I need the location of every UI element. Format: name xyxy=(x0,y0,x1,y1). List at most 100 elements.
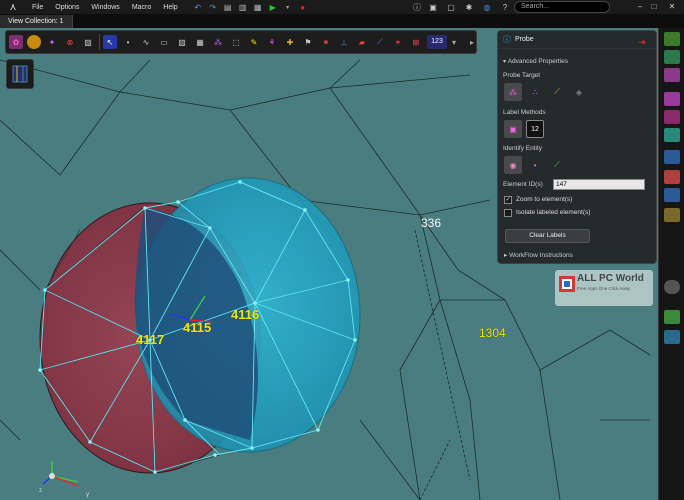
probe-target-nodes-icon[interactable]: ∴ xyxy=(526,83,544,101)
connectors-browser-icon[interactable] xyxy=(664,110,680,124)
watermark-title: ALL PC World xyxy=(577,273,644,284)
include-browser-icon[interactable] xyxy=(664,128,680,142)
save-as-icon[interactable]: ▦ xyxy=(252,2,264,13)
record-icon[interactable]: ● xyxy=(297,2,309,13)
layout-icon[interactable]: ▣ xyxy=(427,2,439,13)
watermark-logo xyxy=(559,276,575,292)
play-dropdown-icon[interactable]: ▾ xyxy=(282,2,294,13)
app-logo-icon[interactable]: ⋏ xyxy=(0,0,26,14)
stack-icon[interactable] xyxy=(664,310,680,324)
entity-editor-icon[interactable] xyxy=(664,68,680,82)
minimize-icon[interactable]: – xyxy=(634,1,646,13)
element-select-icon[interactable]: ⬚ xyxy=(229,35,243,49)
plot-icon[interactable] xyxy=(664,208,680,222)
identify-element-icon[interactable]: ◉ xyxy=(504,156,522,174)
elements-icon[interactable]: ⁂ xyxy=(211,35,225,49)
element-ids-input[interactable]: 147 xyxy=(553,179,645,190)
workflow-instructions-label: WorkFlow Instructions xyxy=(509,252,573,259)
counter-button[interactable]: 123 xyxy=(427,35,447,49)
counter-dropdown-icon[interactable]: ▾ xyxy=(450,35,458,49)
menu-options[interactable]: Options xyxy=(49,4,85,11)
main-toolbar: ✿ ✦ ⊗ ▨ ↖ • ∿ ▭ ▧ ▦ ⁂ ⬚ ✎ ⚘ ✚ ⚑ ✷ ⊥ ▰ ⟋ … xyxy=(5,30,477,54)
node-icon[interactable]: • xyxy=(121,35,135,49)
maximize-icon[interactable]: □ xyxy=(648,1,660,13)
probe-target-edges-icon[interactable]: ⟋ xyxy=(548,83,566,101)
loads-icon[interactable]: ✷ xyxy=(319,35,333,49)
globe-icon[interactable]: ◍ xyxy=(481,2,493,13)
part-browser-icon[interactable] xyxy=(664,92,680,106)
watermark: ALL PC World Free Apps One Click Away xyxy=(555,270,653,306)
zoom-to-elements-label: Zoom to element(s) xyxy=(516,196,573,203)
menu-file[interactable]: File xyxy=(26,4,49,11)
assembly-icon[interactable]: ✦ xyxy=(45,35,59,49)
clear-labels-button[interactable]: Clear Labels xyxy=(505,229,590,243)
exit-tool-icon[interactable]: ⇥ xyxy=(638,37,648,47)
undo-icon[interactable]: ↶ xyxy=(192,2,204,13)
isolate-labeled-checkbox[interactable] xyxy=(504,209,512,217)
save-icon[interactable]: ▥ xyxy=(237,2,249,13)
info-icon[interactable]: ⓘ xyxy=(411,2,423,13)
element-label-336: 336 xyxy=(421,216,442,230)
line-icon[interactable]: ∿ xyxy=(139,35,153,49)
advanced-properties-label: Advanced Properties xyxy=(507,58,569,65)
label-method-number-icon[interactable]: 12 xyxy=(526,120,544,138)
solver-browser-icon[interactable] xyxy=(664,150,680,164)
open-file-icon[interactable]: ▤ xyxy=(222,2,234,13)
contact-icon[interactable]: ✶ xyxy=(391,35,405,49)
menu-help[interactable]: Help xyxy=(157,4,183,11)
probe-target-label: Probe Target xyxy=(503,72,541,79)
probe-title: Probe xyxy=(515,36,534,43)
interface-icon[interactable]: ⊠ xyxy=(409,35,423,49)
view-control-icon[interactable] xyxy=(6,59,34,89)
zoom-to-elements-checkbox[interactable]: ✓ xyxy=(504,196,512,204)
menu-macro[interactable]: Macro xyxy=(126,4,157,11)
menu-windows[interactable]: Windows xyxy=(85,4,125,11)
table-icon[interactable] xyxy=(664,188,680,202)
organize-icon[interactable] xyxy=(664,330,680,344)
pin-icon[interactable]: ✎ xyxy=(247,35,261,49)
beam-icon[interactable]: ⟋ xyxy=(373,35,387,49)
advanced-properties-toggle[interactable]: ▾ Advanced Properties xyxy=(503,58,568,65)
groups-icon[interactable]: ✚ xyxy=(283,35,297,49)
workflow-instructions-toggle[interactable]: ▸ WorkFlow Instructions xyxy=(504,251,573,259)
probe-header: ⓘ Probe xyxy=(498,31,656,49)
close-icon[interactable]: ✕ xyxy=(666,1,678,13)
probe-target-faces-icon[interactable]: ◈ xyxy=(570,83,588,101)
results-browser-icon[interactable] xyxy=(664,170,680,184)
select-arrow-icon[interactable]: ↖ xyxy=(103,35,117,49)
identify-edge-icon[interactable]: ⟋ xyxy=(548,156,566,174)
tab-view-collection[interactable]: View Collection: 1 xyxy=(0,15,73,28)
label-method-id-icon[interactable]: ▣ xyxy=(504,120,522,138)
cube-icon[interactable]: ▨ xyxy=(81,35,95,49)
sets-icon[interactable]: ⚘ xyxy=(265,35,279,49)
material-icon[interactable] xyxy=(27,35,41,49)
model-browser-icon[interactable] xyxy=(664,32,680,46)
node-label-4117: 4117 xyxy=(136,332,165,347)
help-icon[interactable]: ? xyxy=(499,2,511,13)
constraint-icon[interactable]: ⊥ xyxy=(337,35,351,49)
toolbar-expand-icon[interactable]: ▸ xyxy=(468,35,476,49)
layers-icon[interactable] xyxy=(664,50,680,64)
solid-icon[interactable]: ▧ xyxy=(175,35,189,49)
sphere-tool-icon[interactable] xyxy=(664,280,680,294)
pressure-icon[interactable]: ▰ xyxy=(355,35,369,49)
tag-icon[interactable]: ⚑ xyxy=(301,35,315,49)
svg-text:z: z xyxy=(39,488,42,494)
play-icon[interactable]: ▶ xyxy=(267,2,279,13)
watermark-subtitle: Free Apps One Click Away xyxy=(577,286,631,291)
mesh-icon[interactable]: ▦ xyxy=(193,35,207,49)
surface-icon[interactable]: ▭ xyxy=(157,35,171,49)
probe-icon: ⓘ xyxy=(503,35,511,44)
redo-icon[interactable]: ↷ xyxy=(207,2,219,13)
settings-icon[interactable]: ✱ xyxy=(463,2,475,13)
probe-panel: ⓘ Probe ⇥ ▾ Advanced Properties Probe Ta… xyxy=(497,30,657,264)
identify-node-icon[interactable]: • xyxy=(526,156,544,174)
coordinate-triad: z y xyxy=(39,461,89,498)
search-input[interactable]: Search... xyxy=(514,1,610,13)
probe-target-elements-icon[interactable]: ⁂ xyxy=(504,83,522,101)
components-icon[interactable]: ✿ xyxy=(9,35,23,49)
identify-entity-label: Identify Entity xyxy=(503,145,543,152)
label-methods-label: Label Methods xyxy=(503,109,546,116)
connector-icon[interactable]: ⊗ xyxy=(63,35,77,49)
window-icon[interactable]: ▢ xyxy=(445,2,457,13)
